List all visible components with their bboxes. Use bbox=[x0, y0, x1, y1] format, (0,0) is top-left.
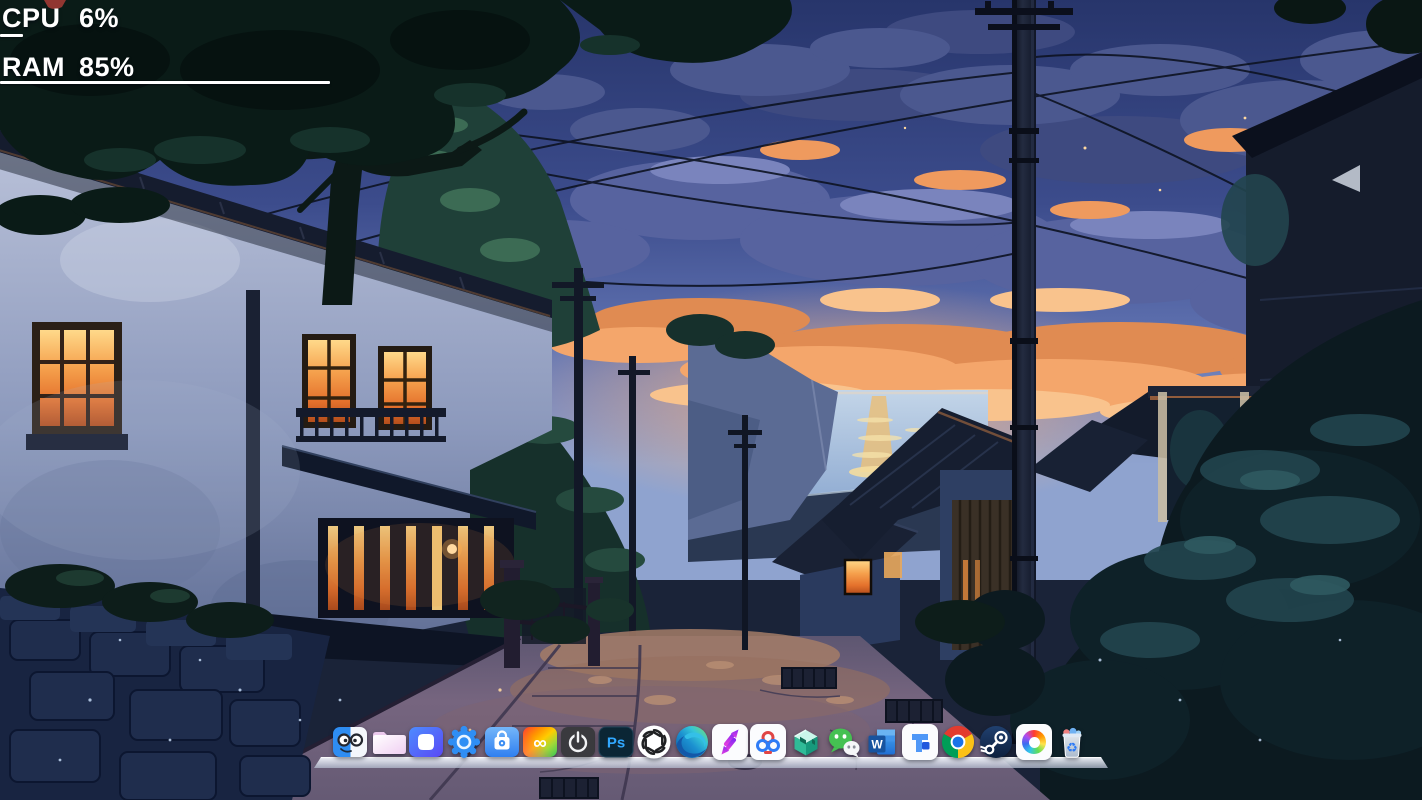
dock-item-baidu-netdisk[interactable] bbox=[750, 724, 786, 760]
adobe-creative-cloud-icon: ∞ bbox=[522, 724, 558, 760]
dock-item-adobe-creative-cloud[interactable]: ∞ bbox=[522, 724, 558, 760]
face-file-manager-icon bbox=[332, 724, 368, 760]
wallpaper bbox=[0, 0, 1422, 800]
dock: ∞ Ps bbox=[332, 724, 1090, 760]
photoshop-icon: Ps bbox=[598, 724, 634, 760]
dock-item-word[interactable]: W bbox=[864, 724, 900, 760]
dock-item-color-wheel[interactable] bbox=[1016, 724, 1052, 760]
dock-item-steam[interactable] bbox=[978, 724, 1014, 760]
edge-icon bbox=[674, 724, 710, 760]
baidu-netdisk-icon bbox=[750, 724, 786, 760]
dock-item-wechat[interactable] bbox=[826, 724, 862, 760]
cube-3d-app-icon bbox=[788, 724, 824, 760]
dock-item-edge[interactable] bbox=[674, 724, 710, 760]
dock-item-folder[interactable] bbox=[370, 724, 406, 760]
steam-icon bbox=[978, 724, 1014, 760]
dock-item-cube-3d-app[interactable] bbox=[788, 724, 824, 760]
folder-icon bbox=[370, 724, 406, 760]
dock-item-file-manager[interactable] bbox=[332, 724, 368, 760]
tencent-docs-icon bbox=[902, 724, 938, 760]
adobe-cc-glyph: ∞ bbox=[533, 733, 547, 754]
purple-transfer-arrows-icon bbox=[712, 724, 748, 760]
recycle-bin-icon: ♻ bbox=[1054, 724, 1090, 760]
wechat-icon bbox=[826, 724, 862, 760]
dock-item-launchpad[interactable] bbox=[408, 724, 444, 760]
dock-item-tencent-docs[interactable] bbox=[902, 724, 938, 760]
chrome-icon bbox=[940, 724, 976, 760]
word-glyph: W bbox=[871, 738, 883, 752]
recycle-glyph: ♻ bbox=[1066, 740, 1078, 755]
photoshop-glyph: Ps bbox=[607, 735, 625, 752]
dock-item-photoshop[interactable]: Ps bbox=[598, 724, 634, 760]
dock-item-chatgpt[interactable] bbox=[636, 724, 672, 760]
dock-item-app-store[interactable] bbox=[484, 724, 520, 760]
dock-item-recycle-bin[interactable]: ♻ bbox=[1054, 724, 1090, 760]
word-icon: W bbox=[864, 724, 900, 760]
power-icon bbox=[560, 724, 596, 760]
launchpad-icon bbox=[408, 724, 444, 760]
color-wheel-icon bbox=[1022, 730, 1046, 754]
chatgpt-icon bbox=[636, 724, 672, 760]
dock-item-settings[interactable] bbox=[446, 724, 482, 760]
settings-gear-icon bbox=[446, 724, 482, 760]
app-store-bag-icon bbox=[484, 724, 520, 760]
dock-item-chrome[interactable] bbox=[940, 724, 976, 760]
dock-item-purple-transfer[interactable] bbox=[712, 724, 748, 760]
dock-item-power[interactable] bbox=[560, 724, 596, 760]
